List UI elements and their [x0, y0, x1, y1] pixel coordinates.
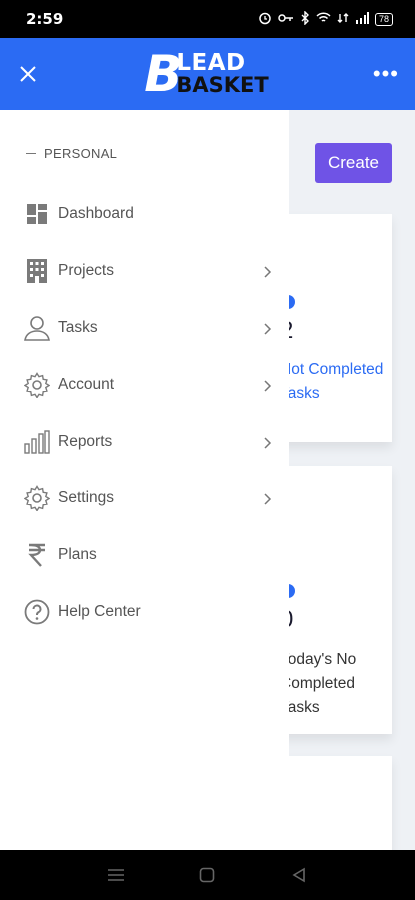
menu-item-label: Reports	[58, 433, 113, 450]
menu-item-label: Plans	[58, 546, 97, 563]
chevron-right-icon	[262, 322, 274, 335]
menu-item-plans[interactable]: Plans	[0, 527, 289, 583]
section-dash	[26, 153, 36, 154]
chevron-right-icon	[262, 492, 274, 505]
menu-item-label: Settings	[58, 489, 115, 506]
dashboard-icon	[24, 201, 50, 227]
user-icon	[24, 315, 50, 341]
home-icon[interactable]	[197, 865, 217, 885]
rupee-icon	[24, 542, 50, 568]
create-button[interactable]: Create	[315, 143, 392, 183]
stat-label: Today's No Completed Tasks	[280, 651, 357, 716]
status-time: 2:59	[26, 10, 64, 28]
system-nav-bar	[0, 850, 415, 900]
menu-item-dashboard[interactable]: Dashboard	[0, 186, 289, 242]
section-label: PERSONAL	[44, 146, 118, 161]
navigation-drawer: PERSONAL Dashboard Projects Tasks Accoun…	[0, 110, 289, 850]
signal-icon	[355, 11, 369, 27]
gear-icon	[24, 372, 50, 398]
chevron-right-icon	[262, 436, 274, 449]
status-bar: 2:59 78	[0, 0, 415, 38]
more-options-icon[interactable]: •••	[373, 63, 399, 85]
back-icon[interactable]	[289, 865, 309, 885]
menu-item-account[interactable]: Account	[0, 357, 289, 413]
recent-apps-icon[interactable]	[106, 865, 126, 885]
menu-item-tasks[interactable]: Tasks	[0, 300, 289, 356]
menu-item-label: Dashboard	[58, 205, 134, 222]
stat-label: Not Completed Tasks	[280, 361, 384, 402]
battery-icon: 78	[374, 12, 393, 26]
gear-icon	[24, 485, 50, 511]
help-icon	[24, 599, 50, 625]
menu-item-help-center[interactable]: Help Center	[0, 584, 289, 640]
app-header: B LEAD BASKET •••	[0, 38, 415, 110]
menu-item-label: Account	[58, 376, 115, 393]
data-icon	[337, 12, 349, 27]
menu-item-reports[interactable]: Reports	[0, 414, 289, 470]
wifi-icon	[316, 11, 331, 27]
menu-item-label: Projects	[58, 262, 114, 279]
chevron-right-icon	[262, 265, 274, 278]
key-icon	[278, 12, 294, 27]
building-icon	[24, 258, 50, 284]
logo-line2: BASKET	[176, 73, 269, 97]
chevron-right-icon	[262, 379, 274, 392]
menu-item-label: Help Center	[58, 603, 141, 620]
bluetooth-icon	[300, 9, 310, 28]
menu-item-label: Tasks	[58, 319, 98, 336]
logo: B LEAD BASKET	[144, 49, 268, 99]
logo-line1: LEAD	[176, 50, 246, 76]
menu-item-projects[interactable]: Projects	[0, 243, 289, 299]
menu-item-settings[interactable]: Settings	[0, 470, 289, 526]
close-icon[interactable]	[16, 62, 40, 86]
section-header-personal: PERSONAL	[26, 146, 117, 161]
alarm-icon	[258, 11, 272, 28]
bar-chart-icon	[24, 429, 50, 455]
status-icons: 78	[258, 9, 393, 28]
